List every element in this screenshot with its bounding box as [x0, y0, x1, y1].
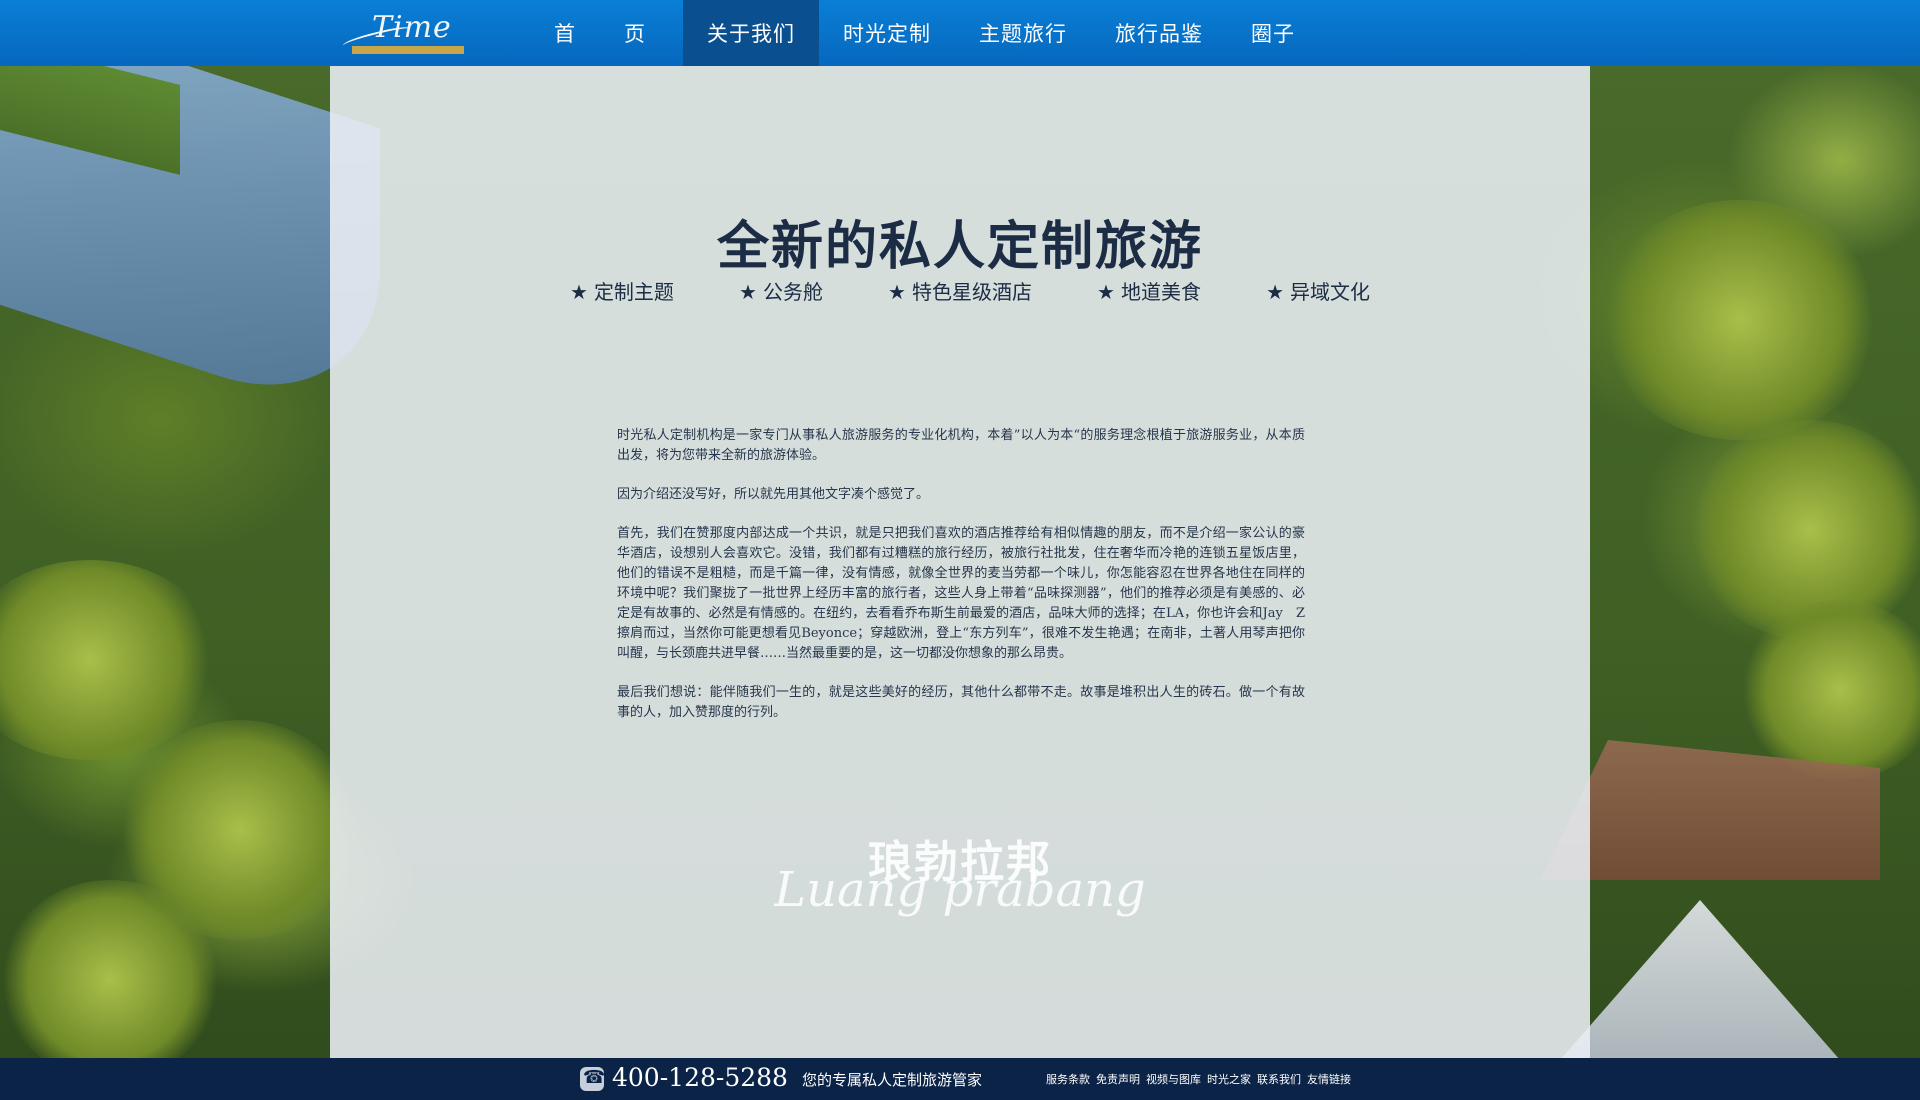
nav-item-theme-travel[interactable]: 主题旅行: [955, 0, 1091, 66]
feature-tag: ★ 公务舱: [739, 276, 823, 306]
logo-text: Time: [372, 10, 452, 45]
phone-icon: [580, 1067, 605, 1091]
article-paragraph: 时光私人定制机构是一家专门从事私人旅游服务的专业化机构，本着”以人为本“的服务理…: [617, 428, 1305, 463]
nav-item-about-us[interactable]: 关于我们: [683, 0, 819, 66]
footer-link-terms[interactable]: 服务条款: [1046, 1071, 1090, 1087]
star-icon: ★: [570, 280, 588, 304]
temple-roof-image: [1560, 900, 1840, 1060]
nav-item-label: 关于我们: [707, 22, 795, 46]
star-icon: ★: [1266, 280, 1284, 304]
palm-tree-image: [1740, 600, 1920, 780]
palm-tree-image: [1600, 200, 1880, 440]
footer-link-friends[interactable]: 友情链接: [1307, 1071, 1351, 1087]
time-logo[interactable]: Time: [341, 8, 468, 56]
feature-tag-label: 特色星级酒店: [911, 280, 1032, 304]
main-nav: 首 页 关于我们 时光定制 主题旅行 旅行品鉴 圈子: [530, 0, 1319, 66]
logo-bar: [352, 46, 464, 54]
footer-bar: 400-128-5288 您的专属私人定制旅游管家 服务条款 免责声明 视频与图…: [0, 1058, 1920, 1100]
footer-link-contact[interactable]: 联系我们: [1257, 1071, 1301, 1087]
hotline-number: 400-128-5288: [612, 1063, 788, 1092]
footer-link-media[interactable]: 视频与图库: [1146, 1071, 1201, 1087]
star-icon: ★: [1097, 280, 1115, 304]
feature-tag-label: 地道美食: [1120, 280, 1201, 304]
footer-slogan: 您的专属私人定制旅游管家: [802, 1071, 983, 1089]
palm-tree-image: [0, 880, 220, 1080]
nav-item-label: 旅行品鉴: [1115, 22, 1203, 46]
star-icon: ★: [888, 280, 906, 304]
nav-item-travel-review[interactable]: 旅行品鉴: [1091, 0, 1227, 66]
feature-tag: ★ 异域文化: [1266, 276, 1370, 306]
feature-tag: ★ 地道美食: [1097, 276, 1201, 306]
top-navigation-bar: Time 首 页 关于我们 时光定制 主题旅行 旅行品鉴 圈子: [0, 0, 1920, 66]
nav-item-custom[interactable]: 时光定制: [819, 0, 955, 66]
star-icon: ★: [739, 280, 757, 304]
article-paragraph: 因为介绍还没写好，所以就先用其他文字凑个感觉了。: [617, 487, 930, 502]
feature-tag-label: 异域文化: [1290, 280, 1370, 304]
about-content-panel: 全新的私人定制旅游 ★ 定制主题 ★ 公务舱 ★ 特色星级酒店 ★ 地道美食 ★ 异域文化…: [330, 66, 1590, 1058]
feature-tags: ★ 定制主题 ★ 公务舱 ★ 特色星级酒店 ★ 地道美食 ★ 异域文化: [570, 276, 1370, 306]
nav-item-label: 首 页: [554, 22, 659, 46]
footer-links: 服务条款 免责声明 视频与图库 时光之家 联系我们 友情链接: [1046, 1071, 1357, 1087]
feature-tag-label: 公务舱: [762, 280, 823, 304]
nav-item-circle[interactable]: 圈子: [1227, 0, 1319, 66]
destination-watermark: 琅勃拉邦 Luang prabang: [770, 826, 1150, 936]
nav-item-home[interactable]: 首 页: [530, 0, 683, 66]
destination-name-en: Luang prabang: [774, 862, 1146, 918]
footer-link-home[interactable]: 时光之家: [1207, 1071, 1251, 1087]
nav-item-label: 圈子: [1251, 22, 1295, 46]
article-paragraph: 最后我们想说：能伴随我们一生的，就是这些美好的经历，其他什么都带不走。故事是堆积…: [617, 685, 1305, 720]
page-title: 全新的私人定制旅游: [716, 216, 1203, 277]
feature-tag-label: 定制主题: [593, 280, 674, 304]
feature-tag: ★ 特色星级酒店: [888, 276, 1032, 306]
nav-item-label: 时光定制: [843, 22, 931, 46]
article-paragraph: 首先，我们在赞那度内部达成一个共识，就是只把我们喜欢的酒店推荐给有相似情趣的朋友…: [617, 526, 1305, 661]
feature-tag: ★ 定制主题: [570, 276, 674, 306]
about-article: 时光私人定制机构是一家专门从事私人旅游服务的专业化机构，本着”以人为本“的服务理…: [617, 426, 1305, 742]
footer-link-disclaimer[interactable]: 免责声明: [1096, 1071, 1140, 1087]
nav-item-label: 主题旅行: [979, 22, 1067, 46]
